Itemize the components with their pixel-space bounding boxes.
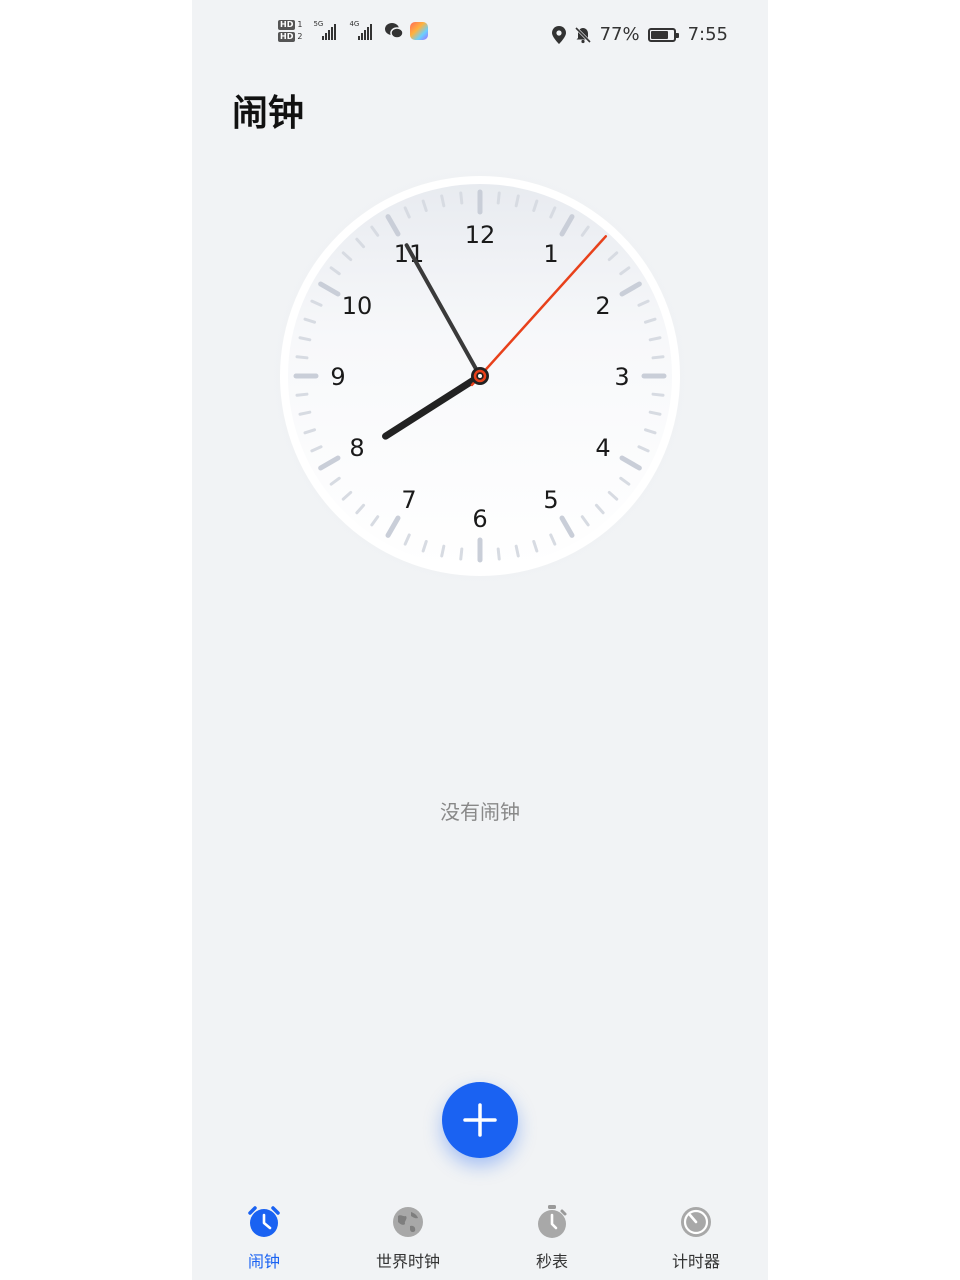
clock-numeral: 3 [614, 363, 629, 391]
clock-numeral: 5 [543, 486, 558, 514]
clock-numeral: 12 [465, 221, 496, 249]
clock-numeral: 7 [401, 486, 416, 514]
nav-item-world-clock[interactable]: 世界时钟 [336, 1196, 480, 1280]
clock-numeral: 6 [472, 505, 487, 533]
clock-numeral: 10 [342, 292, 373, 320]
sim1-indicator: HD 1 [278, 20, 302, 30]
minute-tick [651, 355, 665, 360]
minute-tick [295, 355, 309, 360]
nav-label: 秒表 [535, 1252, 568, 1271]
nav-item-timer[interactable]: 计时器 [624, 1196, 768, 1280]
bottom-nav: 闹钟 世界时钟 秒表 计时器 [192, 1196, 768, 1280]
minute-tick [459, 191, 464, 205]
globe-icon [393, 1207, 423, 1237]
clock-numeral: 11 [394, 240, 425, 268]
minute-tick [651, 392, 665, 397]
nav-item-stopwatch[interactable]: 秒表 [480, 1196, 624, 1280]
timer-icon [681, 1207, 711, 1237]
sim-indicators: HD 1 HD 2 [278, 20, 302, 42]
analog-clock: 12 1 2 3 4 5 6 7 8 9 10 11 [264, 164, 696, 596]
sim-number: 1 [297, 20, 303, 29]
add-alarm-button[interactable] [442, 1082, 518, 1158]
status-bar-left: HD 1 HD 2 5G 4G [278, 20, 429, 42]
minute-tick [295, 392, 309, 397]
clock-numeral: 2 [595, 292, 610, 320]
minute-tick [496, 191, 501, 205]
minute-tick [298, 336, 312, 342]
minute-tick [440, 544, 446, 558]
clock-numeral: 4 [595, 434, 610, 462]
stopwatch-icon [538, 1205, 567, 1238]
plus-icon [463, 1103, 497, 1137]
status-time: 7:55 [687, 24, 728, 45]
location-icon [551, 25, 566, 44]
signal-5g-icon: 5G [313, 20, 337, 40]
nav-label: 计时器 [671, 1252, 720, 1271]
clock-face: 121234567891011 [266, 164, 694, 590]
clock-numeral: 1 [543, 240, 558, 268]
hd-badge: HD [278, 20, 296, 30]
minute-tick [648, 336, 662, 342]
clock-numeral: 8 [349, 434, 364, 462]
app-notification-icon [410, 22, 429, 40]
minute-tick [648, 410, 662, 416]
status-bar-right: 77% 7:55 [551, 24, 728, 45]
status-bar: HD 1 HD 2 5G 4G 77% 7:55 [192, 0, 768, 72]
network-type: 4G [349, 20, 360, 28]
minute-tick [496, 547, 501, 561]
wechat-icon [385, 23, 405, 39]
nav-label: 闹钟 [247, 1252, 280, 1271]
mute-bell-icon [574, 26, 591, 43]
minute-tick [514, 194, 520, 208]
clock-numeral: 9 [330, 363, 345, 391]
network-type: 5G [313, 20, 324, 28]
battery-icon [647, 27, 679, 42]
minute-tick [459, 547, 464, 561]
empty-alarm-message: 没有闹钟 [440, 800, 520, 824]
minute-tick [298, 410, 312, 416]
phone-screen: HD 1 HD 2 5G 4G 77% 7:55 闹钟 12 1 2 3 4 5… [192, 0, 768, 1280]
sim-number: 2 [297, 32, 303, 41]
battery-percent: 77% [599, 24, 640, 45]
signal-4g-icon: 4G [349, 20, 373, 40]
hd-badge: HD [278, 32, 296, 42]
nav-label: 世界时钟 [375, 1252, 440, 1271]
page-title: 闹钟 [232, 93, 305, 134]
sim2-indicator: HD 2 [278, 32, 302, 42]
battery-fill [650, 30, 668, 39]
clock-center-dot [478, 374, 482, 378]
minute-tick [514, 544, 520, 558]
nav-item-alarm[interactable]: 闹钟 [192, 1196, 336, 1280]
alarm-clock-icon [248, 1206, 280, 1237]
minute-tick [440, 194, 446, 208]
